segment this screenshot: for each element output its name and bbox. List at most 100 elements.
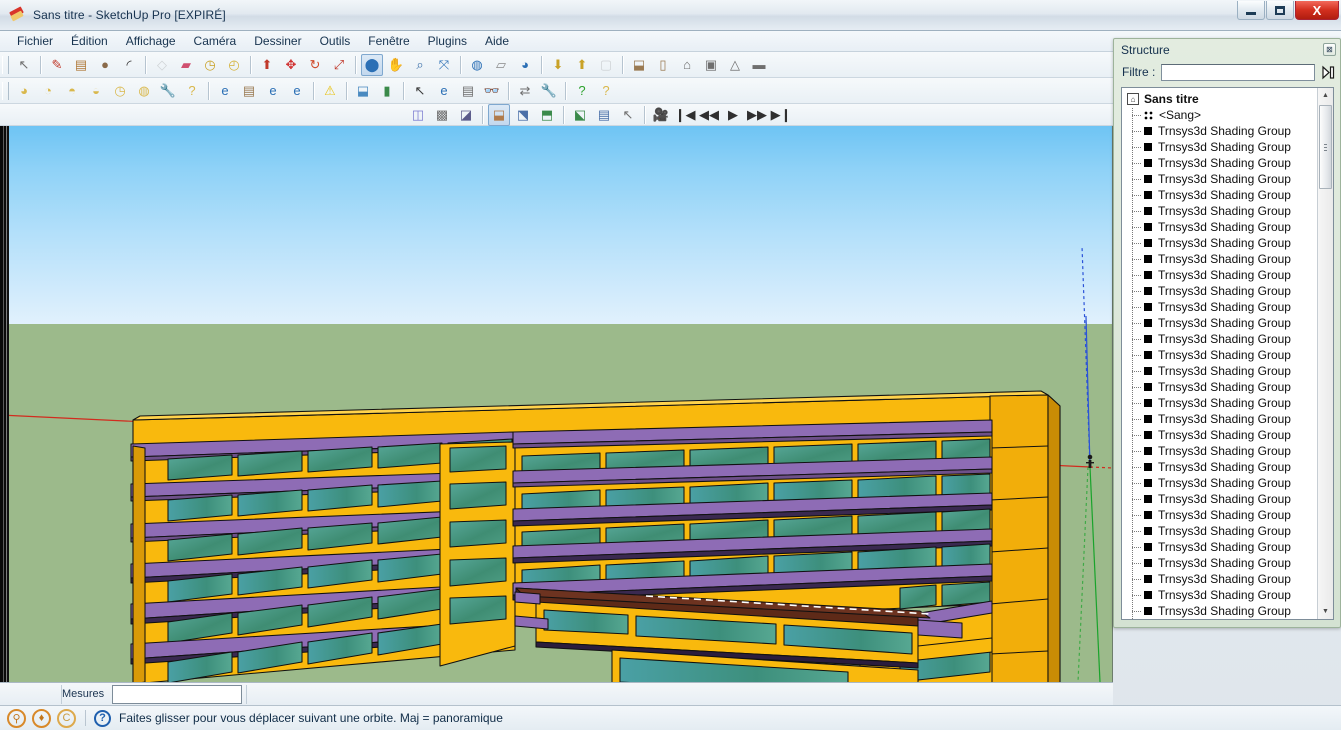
trnsys-help-icon[interactable]: ?: [181, 80, 203, 102]
shaded-texture-view-icon[interactable]: ⬔: [512, 104, 534, 126]
toolbar-grip[interactable]: [2, 81, 9, 100]
monochrome-view-icon[interactable]: ⬒: [536, 104, 558, 126]
protractor-icon[interactable]: ◴: [223, 54, 245, 76]
tree-item[interactable]: Trnsys3d Shading Group: [1126, 507, 1317, 523]
select-arrow-icon[interactable]: ↖: [13, 54, 35, 76]
rectangle-icon[interactable]: ▤: [70, 54, 92, 76]
outliner-tree[interactable]: ⌂ Sans titre <Sang> Trnsys3d Shading Group T…: [1121, 87, 1334, 620]
color-picker-icon[interactable]: ↖: [617, 104, 639, 126]
tree-item[interactable]: Trnsys3d Shading Group: [1126, 571, 1317, 587]
rotate-icon[interactable]: ↻: [304, 54, 326, 76]
layers-dialog-icon[interactable]: ▤: [593, 104, 615, 126]
warning-icon[interactable]: ⚠: [319, 80, 341, 102]
upload-component-icon[interactable]: ⬆: [571, 54, 593, 76]
swap-arrows-icon[interactable]: ⇄: [514, 80, 536, 102]
ie-window-icon[interactable]: e: [433, 80, 455, 102]
tree-item[interactable]: Trnsys3d Shading Group: [1126, 603, 1317, 619]
menu-item-camera[interactable]: Caméra: [185, 32, 246, 50]
share-model-icon[interactable]: ▱: [490, 54, 512, 76]
save-as-scene-icon[interactable]: e: [286, 80, 308, 102]
help-green-icon[interactable]: ?: [571, 80, 593, 102]
window-component-icon[interactable]: ▣: [700, 54, 722, 76]
menu-item-fenetre[interactable]: Fenêtre: [359, 32, 418, 50]
arc-icon[interactable]: ◜: [118, 54, 140, 76]
3d-model-viewport[interactable]: [0, 126, 1113, 682]
scroll-up-icon[interactable]: ▲: [1318, 88, 1333, 103]
trnsys-clock-icon[interactable]: ◷: [109, 80, 131, 102]
zoom-magnifier-icon[interactable]: ⌕: [409, 54, 431, 76]
tree-item[interactable]: Trnsys3d Shading Group: [1126, 171, 1317, 187]
tools-wrench-icon[interactable]: 🔧: [538, 80, 560, 102]
house-component-icon[interactable]: ⌂: [676, 54, 698, 76]
orbit-icon[interactable]: ⬤: [361, 53, 383, 76]
menu-item-affichage[interactable]: Affichage: [117, 32, 185, 50]
trnsys-window-icon[interactable]: ◍: [133, 80, 155, 102]
roof-component-icon[interactable]: △: [724, 54, 746, 76]
maximize-button[interactable]: [1266, 1, 1294, 20]
tree-item[interactable]: Trnsys3d Shading Group: [1126, 203, 1317, 219]
tree-item[interactable]: Trnsys3d Shading Group: [1126, 555, 1317, 571]
tape-measure-icon[interactable]: ◷: [199, 54, 221, 76]
tree-item[interactable]: Trnsys3d Shading Group: [1126, 331, 1317, 347]
paint-bucket-icon[interactable]: ▰: [175, 54, 197, 76]
menu-item-outils[interactable]: Outils: [311, 32, 360, 50]
tree-root-item[interactable]: ⌂ Sans titre: [1126, 91, 1317, 107]
circle-icon[interactable]: ●: [94, 54, 116, 76]
tree-item[interactable]: Trnsys3d Shading Group: [1126, 251, 1317, 267]
tree-item[interactable]: Trnsys3d Shading Group: [1126, 411, 1317, 427]
tree-item[interactable]: Trnsys3d Shading Group: [1126, 347, 1317, 363]
tree-item[interactable]: Trnsys3d Shading Group: [1126, 443, 1317, 459]
tree-item[interactable]: Trnsys3d Shading Group: [1126, 139, 1317, 155]
pan-hand-icon[interactable]: ✋: [385, 54, 407, 76]
slab-component-icon[interactable]: ▬: [748, 54, 770, 76]
scroll-down-icon[interactable]: ▼: [1318, 604, 1333, 619]
tree-item[interactable]: Trnsys3d Shading Group: [1126, 155, 1317, 171]
scale-icon[interactable]: ⤢: [328, 54, 350, 76]
menu-item-fichier[interactable]: Fichier: [8, 32, 62, 50]
close-icon[interactable]: ⊠: [1323, 43, 1336, 56]
tree-item[interactable]: Trnsys3d Shading Group: [1126, 187, 1317, 203]
zone-extrude-icon[interactable]: ▮: [376, 80, 398, 102]
trnsys-surface-icon[interactable]: ◓: [61, 80, 83, 102]
trnsys-building-icon[interactable]: ◕: [13, 80, 35, 102]
save-scene-icon[interactable]: e: [262, 80, 284, 102]
hidden-line-view-icon[interactable]: ◪: [455, 104, 477, 126]
about-green-icon[interactable]: ?: [595, 80, 617, 102]
camera-animation-icon[interactable]: 🎥: [650, 104, 672, 126]
tree-item[interactable]: Trnsys3d Shading Group: [1126, 283, 1317, 299]
trnsys-zone-icon[interactable]: ◔: [37, 80, 59, 102]
select-question-icon[interactable]: ↖: [409, 80, 431, 102]
play-icon[interactable]: ▶: [722, 104, 744, 126]
door-component-icon[interactable]: ▯: [652, 54, 674, 76]
scrollbar-thumb[interactable]: [1319, 105, 1332, 189]
line-pencil-icon[interactable]: ✎: [46, 54, 68, 76]
styles-icon[interactable]: ⬕: [569, 104, 591, 126]
rewind-icon[interactable]: ◀◀: [698, 104, 720, 126]
tree-item[interactable]: Trnsys3d Shading Group: [1126, 315, 1317, 331]
tree-item[interactable]: Trnsys3d Shading Group: [1126, 475, 1317, 491]
fast-forward-icon[interactable]: ▶▶: [746, 104, 768, 126]
tree-item[interactable]: Trnsys3d Shading Group: [1126, 363, 1317, 379]
tree-item[interactable]: Trnsys3d Shading Group: [1126, 523, 1317, 539]
shaded-view-icon[interactable]: ⬓: [488, 103, 510, 126]
geo-location-icon[interactable]: ◕: [514, 54, 536, 76]
make-component-icon[interactable]: ⬓: [628, 54, 650, 76]
zoom-extents-icon[interactable]: ⤧: [433, 54, 455, 76]
menu-item-edition[interactable]: Édition: [62, 32, 117, 50]
tree-item[interactable]: Trnsys3d Shading Group: [1126, 299, 1317, 315]
eraser-icon[interactable]: ◇: [151, 54, 173, 76]
question-mark-icon[interactable]: ?: [94, 709, 111, 727]
tree-item[interactable]: Trnsys3d Shading Group: [1126, 235, 1317, 251]
get-models-icon[interactable]: ◍: [466, 54, 488, 76]
push-pull-icon[interactable]: ⬆: [256, 54, 278, 76]
person-info-icon[interactable]: ♦: [32, 708, 51, 728]
trnsys-shade-icon[interactable]: ◒: [85, 80, 107, 102]
tree-item[interactable]: Trnsys3d Shading Group: [1126, 123, 1317, 139]
open-scene-icon[interactable]: ▤: [238, 80, 260, 102]
zone-box-icon[interactable]: ⬓: [352, 80, 374, 102]
report-icon[interactable]: ▤: [457, 80, 479, 102]
minimize-button[interactable]: [1237, 1, 1265, 20]
tree-item[interactable]: Trnsys3d Shading Group: [1126, 539, 1317, 555]
tree-item[interactable]: Trnsys3d Shading Group: [1126, 395, 1317, 411]
tree-item[interactable]: Trnsys3d Shading Group: [1126, 267, 1317, 283]
